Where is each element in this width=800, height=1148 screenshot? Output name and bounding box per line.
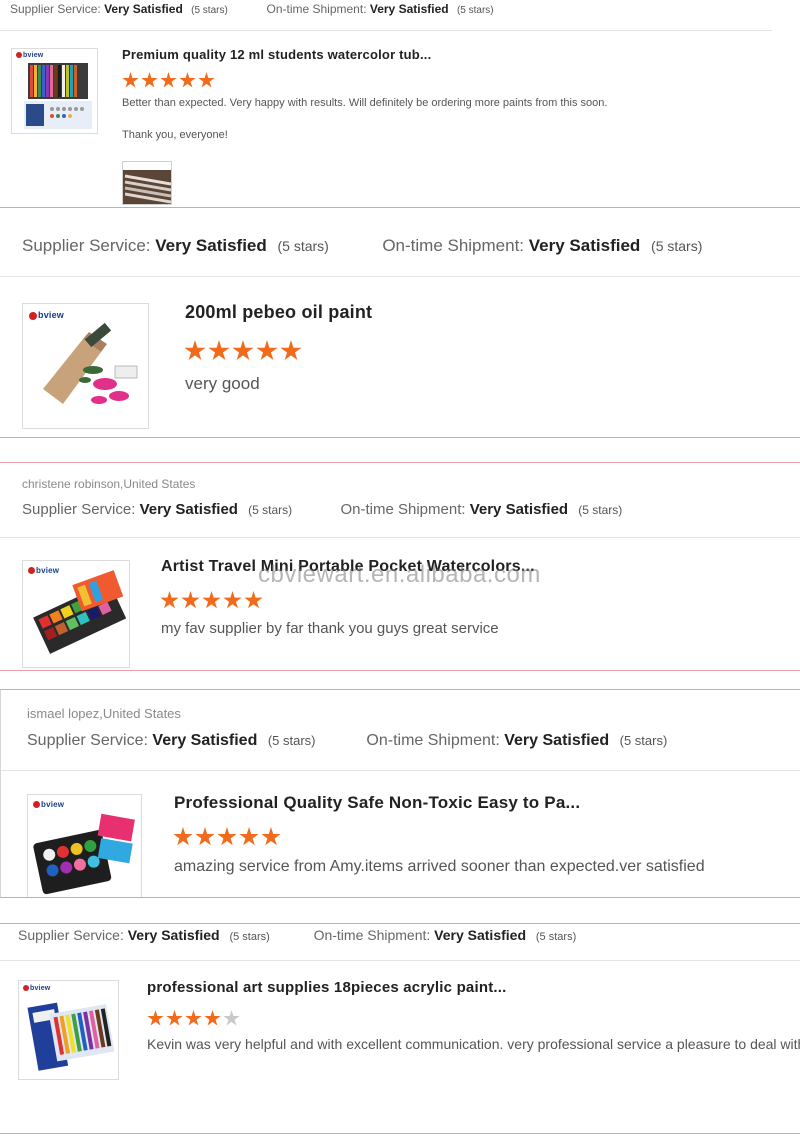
divider xyxy=(0,30,772,31)
review-card: Supplier Service: Very Satisfied (5 star… xyxy=(0,207,800,438)
supplier-service-value: Very Satisfied xyxy=(152,732,258,749)
star-filled-icon xyxy=(223,591,242,609)
product-thumbnail[interactable]: bview xyxy=(27,794,142,897)
supplier-service-label: Supplier Service: xyxy=(22,236,151,255)
supplier-service-stars: (5 stars) xyxy=(229,931,270,943)
star-filled-icon xyxy=(261,827,281,846)
review-comment: my fav supplier by far thank you guys gr… xyxy=(161,620,499,637)
oil-paint-tube-image xyxy=(43,322,138,404)
rating-stars xyxy=(147,1010,242,1032)
paint-tubes-photo xyxy=(123,162,171,204)
ratings-row: Supplier Service: Very Satisfied (5 star… xyxy=(10,2,494,16)
reviewer-name: ismael lopez,United States xyxy=(27,706,181,721)
review-comment-extra: Thank you, everyone! xyxy=(122,129,228,141)
star-empty-icon xyxy=(223,1010,240,1026)
ratings-row: Supplier Service: Very Satisfied (5 star… xyxy=(22,501,622,518)
star-filled-icon xyxy=(239,827,259,846)
product-title[interactable]: Premium quality 12 ml students watercolo… xyxy=(122,47,431,62)
shipment-value: Very Satisfied xyxy=(369,2,449,16)
product-thumbnail[interactable]: bview xyxy=(22,560,130,668)
star-filled-icon xyxy=(160,591,179,609)
star-filled-icon xyxy=(179,72,196,88)
review-card: Supplier Service: Very Satisfied (5 star… xyxy=(0,0,800,206)
ratings-row: Supplier Service: Very Satisfied (5 star… xyxy=(27,732,667,750)
shipment-value: Very Satisfied xyxy=(528,236,641,255)
divider xyxy=(0,960,800,961)
star-filled-icon xyxy=(198,72,215,88)
pocket-watercolor-set-image xyxy=(33,570,127,654)
supplier-service-value: Very Satisfied xyxy=(104,2,183,16)
star-filled-icon xyxy=(147,1010,164,1026)
star-filled-icon xyxy=(208,340,230,361)
star-filled-icon xyxy=(280,340,302,361)
supplier-service-label: Supplier Service: xyxy=(10,2,101,16)
review-card: Supplier Service: Very Satisfied (5 star… xyxy=(0,923,800,1134)
ratings-row: Supplier Service: Very Satisfied (5 star… xyxy=(22,236,702,256)
supplier-service-value: Very Satisfied xyxy=(127,927,220,943)
divider xyxy=(1,770,800,771)
star-filled-icon xyxy=(202,591,221,609)
shipment-label: On-time Shipment: xyxy=(366,732,500,749)
reviewer-name: christene robinson,United States xyxy=(22,477,196,491)
shipment-label: On-time Shipment: xyxy=(266,2,367,16)
shipment-value: Very Satisfied xyxy=(469,501,569,518)
watercolor-tubes-image xyxy=(24,63,92,129)
review-photo[interactable] xyxy=(122,161,172,205)
supplier-service-label: Supplier Service: xyxy=(18,927,124,943)
product-title[interactable]: professional art supplies 18pieces acryl… xyxy=(147,979,507,996)
star-filled-icon xyxy=(173,827,193,846)
shipment-value: Very Satisfied xyxy=(504,732,610,749)
supplier-service-value: Very Satisfied xyxy=(139,501,238,518)
face-paint-palette-image xyxy=(33,813,135,895)
shipment-label: On-time Shipment: xyxy=(340,501,466,518)
star-filled-icon xyxy=(195,827,215,846)
star-filled-icon xyxy=(122,72,139,88)
star-filled-icon xyxy=(244,591,263,609)
rating-stars xyxy=(173,827,283,852)
review-comment: Better than expected. Very happy with re… xyxy=(122,97,608,109)
star-filled-icon xyxy=(166,1010,183,1026)
review-comment: Kevin was very helpful and with excellen… xyxy=(147,1036,800,1052)
review-comment: amazing service from Amy.items arrived s… xyxy=(174,858,705,875)
supplier-service-value: Very Satisfied xyxy=(155,236,267,255)
supplier-service-label: Supplier Service: xyxy=(27,732,148,749)
supplier-service-stars: (5 stars) xyxy=(267,733,316,748)
shipment-label: On-time Shipment: xyxy=(313,927,431,943)
acrylic-paint-set-image xyxy=(27,1002,115,1071)
rating-stars xyxy=(184,340,304,367)
supplier-service-stars: (5 stars) xyxy=(191,5,228,16)
ratings-row: Supplier Service: Very Satisfied (5 star… xyxy=(18,927,576,943)
shipment-stars: (5 stars) xyxy=(456,5,494,16)
watermark-text: cbviewart.en.alibaba.com xyxy=(258,561,541,588)
star-filled-icon xyxy=(217,827,237,846)
supplier-service-stars: (5 stars) xyxy=(277,238,329,254)
supplier-service-label: Supplier Service: xyxy=(22,501,136,518)
review-card: ismael lopez,United States Supplier Serv… xyxy=(0,689,800,898)
product-title[interactable]: Professional Quality Safe Non-Toxic Easy… xyxy=(174,793,580,813)
star-filled-icon xyxy=(184,340,206,361)
product-thumbnail[interactable]: bview xyxy=(18,980,119,1080)
shipment-stars: (5 stars) xyxy=(651,238,703,254)
rating-stars xyxy=(160,591,265,615)
shipment-value: Very Satisfied xyxy=(434,927,526,943)
star-filled-icon xyxy=(204,1010,221,1026)
star-filled-icon xyxy=(256,340,278,361)
review-comment: very good xyxy=(185,374,260,393)
shipment-stars: (5 stars) xyxy=(578,503,623,517)
star-filled-icon xyxy=(185,1010,202,1026)
star-filled-icon xyxy=(181,591,200,609)
shipment-stars: (5 stars) xyxy=(619,733,668,748)
product-thumbnail[interactable]: bview xyxy=(22,303,149,429)
product-title[interactable]: 200ml pebeo oil paint xyxy=(185,302,372,323)
rating-stars xyxy=(122,72,217,94)
supplier-service-stars: (5 stars) xyxy=(248,503,293,517)
shipment-label: On-time Shipment: xyxy=(382,236,525,255)
star-filled-icon xyxy=(160,72,177,88)
star-filled-icon xyxy=(141,72,158,88)
shipment-stars: (5 stars) xyxy=(535,931,577,943)
divider xyxy=(0,537,800,538)
star-filled-icon xyxy=(232,340,254,361)
product-thumbnail[interactable]: bview xyxy=(11,48,98,134)
divider xyxy=(0,276,800,277)
